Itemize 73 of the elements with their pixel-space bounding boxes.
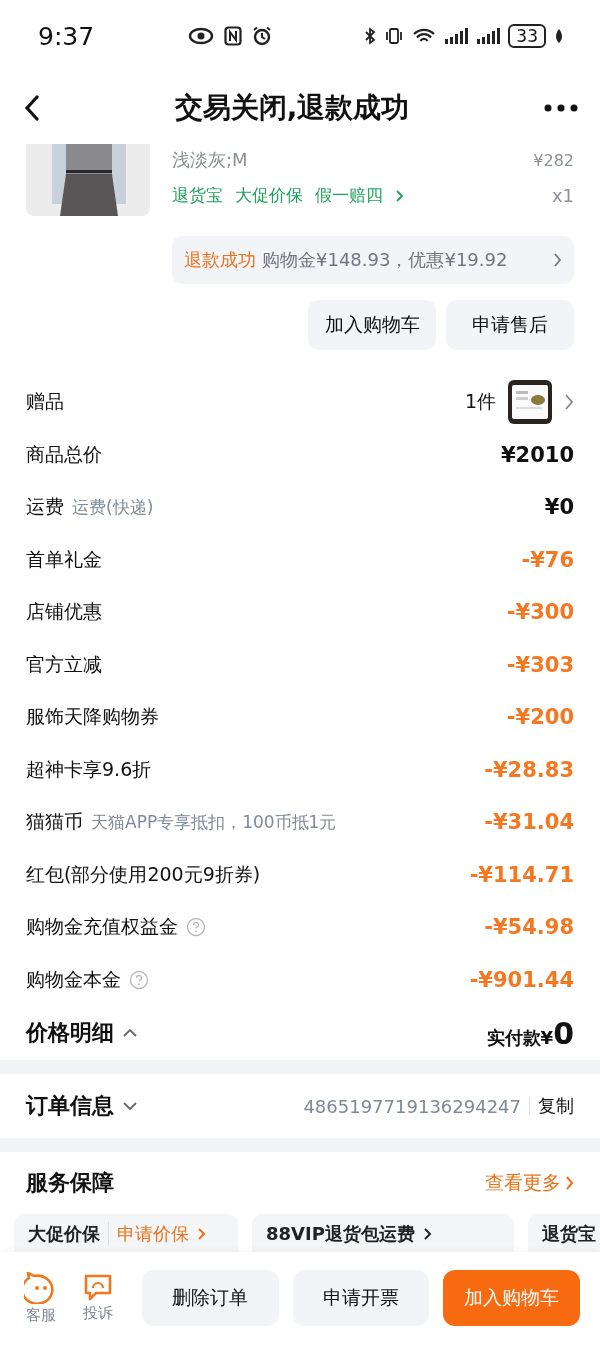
row-label: 猫猫币 xyxy=(26,809,83,835)
service-card[interactable]: 退货宝 xyxy=(528,1214,600,1252)
row-label: 红包(部分使用200元9折券) xyxy=(26,861,261,887)
row-value: -¥31.04 xyxy=(484,810,574,835)
row-value: ¥0 xyxy=(544,495,574,520)
paid-amount: 0 xyxy=(553,1015,574,1051)
row-value: -¥200 xyxy=(506,705,574,730)
service-card[interactable]: 88VIP退货包运费 xyxy=(252,1214,514,1252)
chevron-icon xyxy=(422,1227,432,1242)
caret-icon[interactable] xyxy=(122,1028,138,1038)
action-button[interactable]: 申请售后 xyxy=(446,300,574,350)
caret-icon[interactable] xyxy=(122,1101,138,1111)
gift-count: 1件 xyxy=(464,389,496,415)
service-card[interactable]: 大促价保 申请价保 xyxy=(14,1214,238,1252)
row-value: -¥114.71 xyxy=(469,862,574,887)
row-note: 天猫APP专享抵扣，100币抵1元 xyxy=(91,810,337,834)
row-label: 购物金充值权益金 xyxy=(26,914,178,940)
refund-detail: 购物金¥148.93，优惠¥19.92 xyxy=(262,248,509,272)
refund-status: 退款成功 xyxy=(184,248,256,272)
action-button[interactable]: 加入购物车 xyxy=(308,300,436,350)
variant-text: 浅淡灰;M xyxy=(172,148,248,172)
vibrate-icon xyxy=(384,27,405,45)
section-title: 服务保障 xyxy=(26,1169,114,1198)
alarm-icon xyxy=(252,26,272,46)
help-icon[interactable] xyxy=(186,917,206,938)
action-button[interactable]: 申请开票 xyxy=(292,1270,430,1326)
row-value: -¥28.83 xyxy=(484,757,574,782)
order-info-toggle[interactable]: 订单信息 xyxy=(26,1091,114,1121)
row-value: ¥2010 xyxy=(500,442,574,467)
page-title: 交易关闭,退款成功 xyxy=(173,90,411,126)
more-icon[interactable] xyxy=(544,104,578,112)
row-value: -¥303 xyxy=(506,652,574,677)
row-note: 运费(快递) xyxy=(72,495,154,519)
row-label: 官方立减 xyxy=(26,651,102,677)
unit-price: ¥282 xyxy=(533,150,574,170)
chevron-icon xyxy=(553,252,562,268)
bluetooth-icon xyxy=(364,27,377,45)
row-value: -¥76 xyxy=(521,547,574,572)
row-value: -¥901.44 xyxy=(469,967,574,992)
chevron-icon xyxy=(395,188,404,203)
icon-label[interactable]: 客服 xyxy=(26,1305,57,1325)
chevron-icon[interactable] xyxy=(564,393,574,412)
battery-level: 33 xyxy=(508,24,546,48)
nfc-icon xyxy=(224,26,242,46)
row-label: 购物金本金 xyxy=(26,966,121,992)
row-label: 首单礼金 xyxy=(26,546,102,572)
row-value: -¥54.98 xyxy=(484,915,574,940)
icon-label[interactable]: 投诉 xyxy=(83,1303,114,1323)
row-label: 商品总价 xyxy=(26,441,102,467)
action-button[interactable]: 删除订单 xyxy=(141,1270,279,1326)
refund-panel[interactable]: 退款成功 购物金¥148.93，优惠¥19.92 xyxy=(172,236,574,284)
order-number: 4865197719136294247 xyxy=(303,1095,521,1117)
paid-label: 实付款¥ xyxy=(486,1026,554,1050)
chevron-icon xyxy=(197,1227,206,1242)
signal-icon xyxy=(476,27,501,45)
price-detail-toggle[interactable]: 价格明细 xyxy=(26,1018,114,1048)
eye-icon xyxy=(188,27,214,45)
row-label: 运费 xyxy=(26,494,64,520)
quantity-text: x1 xyxy=(551,185,574,206)
chat-icon[interactable] xyxy=(83,1273,114,1302)
status-time: 9:37 xyxy=(38,21,96,51)
help-icon[interactable] xyxy=(129,969,149,990)
copy-link[interactable]: 复制 xyxy=(538,1094,574,1118)
back-icon[interactable] xyxy=(24,95,40,121)
row-label: 超神卡享9.6折 xyxy=(26,756,152,782)
row-label: 赠品 xyxy=(26,389,64,415)
row-label: 服饰天降购物券 xyxy=(26,704,159,730)
row-value: -¥300 xyxy=(506,600,574,625)
signal-icon xyxy=(444,27,469,45)
chevron-icon xyxy=(565,1175,574,1192)
leaf-icon xyxy=(554,28,564,44)
wifi-icon xyxy=(412,27,437,45)
row-label: 店铺优惠 xyxy=(26,599,102,625)
